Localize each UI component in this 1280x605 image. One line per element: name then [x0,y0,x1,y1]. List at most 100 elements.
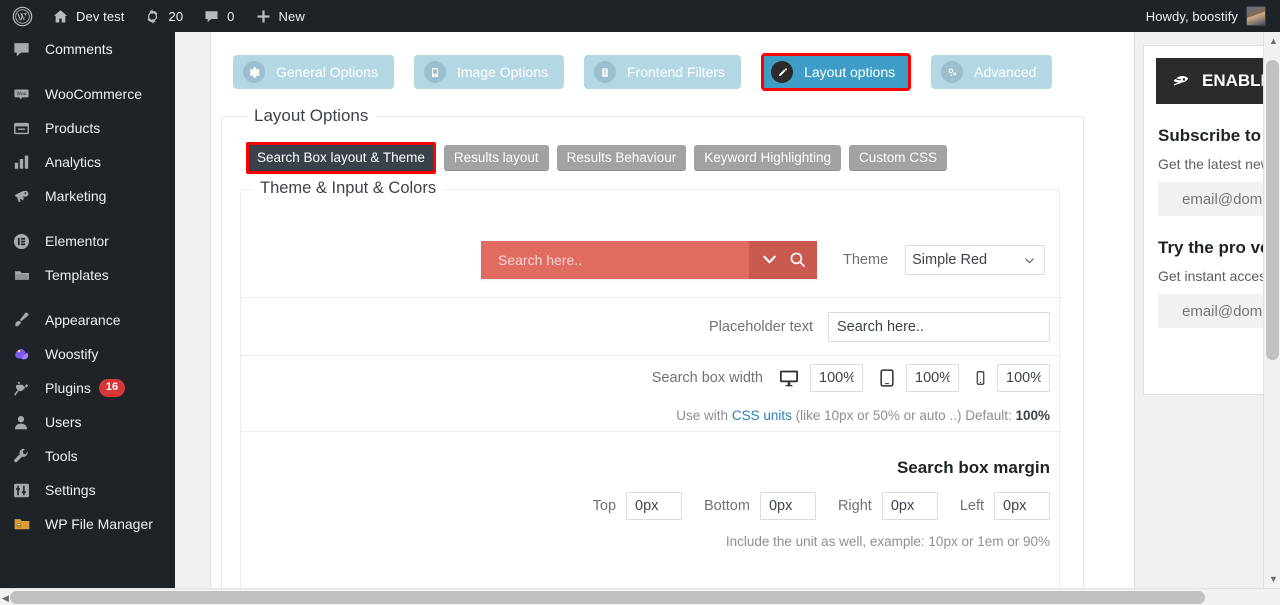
search-icon[interactable] [788,250,807,269]
pro-version-text: Get instant access to all features [1158,268,1280,284]
woocommerce-icon: Woo [12,84,36,104]
new-content-menu[interactable]: New [245,0,315,32]
search-box-width-desktop-input[interactable] [810,364,863,392]
site-name-menu[interactable]: Dev test [42,0,134,32]
subscribe-email-input[interactable] [1158,182,1280,216]
sidebar-item-users[interactable]: Users [0,405,175,439]
sidebar-item-wp-file-manager[interactable]: WP File Manager [0,507,175,541]
chevron-down-icon[interactable] [760,250,779,269]
margin-left-input[interactable] [994,492,1050,520]
search-box-width-tablet-input[interactable] [906,364,959,392]
sidebar-item-settings[interactable]: Settings [0,473,175,507]
subtab-custom-css[interactable]: Custom CSS [849,145,947,171]
placeholder-text-input[interactable] [828,312,1050,342]
search-box-margin-title-row: Search box margin [241,450,1061,486]
file-manager-icon [12,514,36,534]
sidebar-item-marketing[interactable]: Marketing [0,179,175,213]
tab-general-options-label: General Options [276,64,378,80]
updates-icon [144,8,161,25]
margin-left-label: Left [960,498,984,514]
search-box-width-label: Search box width [652,370,763,386]
sidebar-item-elementor[interactable]: Elementor [0,224,175,258]
image-icon [424,61,446,83]
margin-bottom-input[interactable] [760,492,816,520]
wrench-icon [12,446,36,466]
subtab-keyword-highlighting[interactable]: Keyword Highlighting [694,145,841,171]
css-units-hint: Use with CSS units (like 10px or 50% or … [676,408,1050,423]
sidebar-item-tools[interactable]: Tools [0,439,175,473]
updates-count: 20 [168,9,183,24]
sidebar-item-templates[interactable]: Templates [0,258,175,292]
tab-layout-options-label: Layout options [804,64,895,80]
search-box-width-mobile-input[interactable] [997,364,1050,392]
sidebar-item-woostify[interactable]: Woostify [0,337,175,371]
theme-label: Theme [843,252,888,268]
sliders-icon [12,480,36,500]
margin-right-input[interactable] [882,492,938,520]
search-box-margin-title: Search box margin [897,458,1050,478]
vertical-scrollbar[interactable]: ▲ ▼ [1263,32,1280,588]
css-units-hint-mid: (like 10px or 50% or auto ..) Default: [792,408,1016,423]
comments-menu[interactable]: 0 [193,0,244,32]
desktop-icon [777,367,801,389]
sidebar-item-label: Templates [45,268,109,282]
comments-count: 0 [227,9,234,24]
search-box-preview[interactable]: Search here.. [481,241,817,279]
margin-top-input[interactable] [626,492,682,520]
search-box-preview-buttons[interactable] [749,241,817,279]
theme-preview-row: Search here.. Theme S [241,222,1061,298]
css-units-link[interactable]: CSS units [732,408,792,423]
promo-sidebar-panel: ENABLE AJAX Subscribe to our newsletter … [1143,45,1280,395]
tab-general-options[interactable]: General Options [233,55,394,89]
search-box-preview-placeholder[interactable]: Search here.. [481,241,749,279]
sidebar-item-comments[interactable]: Comments [0,32,175,66]
paintbrush-icon [12,310,36,330]
subtab-search-box-layout-theme[interactable]: Search Box layout & Theme [246,142,436,174]
margin-hint: Include the unit as well, example: 10px … [726,534,1050,549]
scroll-up-arrow-icon[interactable]: ▲ [1269,36,1278,46]
placeholder-text-row: Placeholder text [241,298,1061,356]
plus-icon [255,8,272,25]
sidebar-item-label: Plugins [45,381,91,395]
updates-menu[interactable]: 20 [134,0,193,32]
wordpress-logo-button[interactable] [0,0,42,32]
tab-advanced[interactable]: Advanced [931,55,1052,89]
sidebar-item-products[interactable]: Products [0,111,175,145]
pro-version-email-input[interactable] [1158,294,1280,328]
subtab-results-layout[interactable]: Results layout [444,145,549,171]
sidebar-item-plugins[interactable]: Plugins 16 [0,371,175,405]
theme-input-colors-legend: Theme & Input & Colors [253,179,443,198]
new-content-label: New [279,9,305,24]
horizontal-scrollbar[interactable]: ◀ [0,588,1280,605]
sidebar-item-woocommerce[interactable]: WooWooCommerce [0,77,175,111]
theme-select[interactable]: Simple Red [905,245,1045,275]
admin-bar: Dev test 20 0 New Howdy, boostify [0,0,1280,32]
subscribe-text: Get the latest news and updates [1158,156,1280,172]
avatar [1246,6,1266,26]
tab-image-options[interactable]: Image Options [414,55,564,89]
tab-frontend-filters-label: Frontend Filters [627,64,725,80]
sidebar-item-analytics[interactable]: Analytics [0,145,175,179]
css-units-hint-row: Use with CSS units (like 10px or 50% or … [241,400,1061,432]
megaphone-icon [12,186,36,206]
tab-image-options-label: Image Options [457,64,548,80]
folder-icon [12,265,36,285]
vertical-scrollbar-thumb[interactable] [1266,60,1279,360]
subtab-results-behaviour[interactable]: Results Behaviour [557,145,687,171]
sidebar-item-appearance[interactable]: Appearance [0,303,175,337]
sidebar-item-label: Elementor [45,234,109,248]
analytics-bars-icon [12,152,36,172]
sidebar-item-label: Woostify [45,347,98,361]
advanced-dots-icon [941,61,963,83]
horizontal-scrollbar-thumb[interactable] [10,591,1205,604]
elementor-icon [12,231,36,251]
sidebar-item-label: Marketing [45,189,106,203]
my-account-menu[interactable]: Howdy, boostify [1146,6,1280,26]
sidebar-item-label: WP File Manager [45,517,153,531]
tab-frontend-filters[interactable]: Frontend Filters [584,55,741,89]
scroll-down-arrow-icon[interactable]: ▼ [1269,574,1278,584]
scroll-left-arrow-icon[interactable]: ◀ [2,593,9,604]
tab-layout-options[interactable]: Layout options [761,53,911,91]
sidebar-item-badge: 16 [99,379,125,396]
enable-ajax-banner[interactable]: ENABLE AJAX [1156,58,1280,104]
